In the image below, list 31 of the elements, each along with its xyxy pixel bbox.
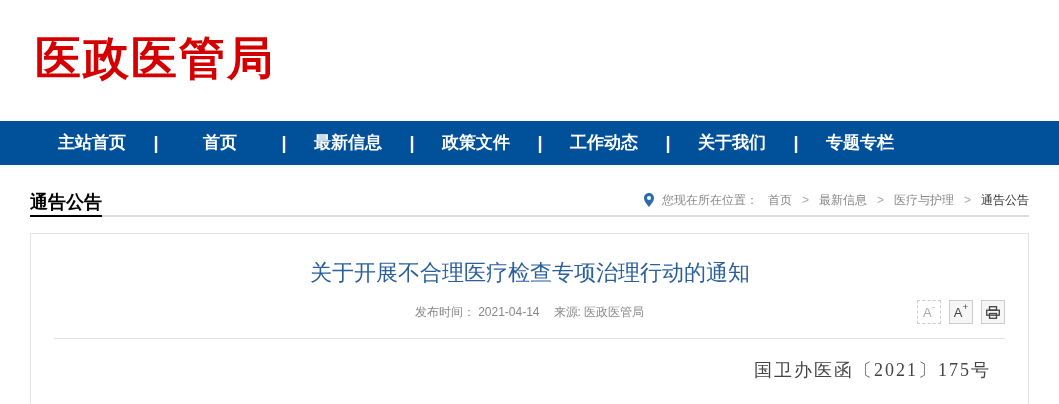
location-pin-icon <box>643 193 654 207</box>
nav-separator: | <box>536 131 544 155</box>
publish-date: 发布时间： 2021-04-14 <box>414 304 540 321</box>
nav-separator: | <box>280 131 288 155</box>
print-button[interactable] <box>981 300 1005 324</box>
nav-separator: | <box>792 131 800 155</box>
breadcrumb-separator: > <box>876 192 884 209</box>
nav-link[interactable]: 主站首页 <box>36 130 148 156</box>
printer-icon <box>986 305 1000 319</box>
nav-link[interactable]: 关于我们 <box>676 130 788 156</box>
nav-separator: | <box>408 131 416 155</box>
breadcrumb-link[interactable]: 医疗与护理 <box>894 191 954 209</box>
breadcrumb-separator: > <box>801 192 809 209</box>
article-title: 关于开展不合理医疗检查专项治理行动的通知 <box>309 260 750 285</box>
source: 来源: 医政医管局 <box>553 304 645 321</box>
site-logo: 医政医管局 <box>35 34 275 81</box>
breadcrumb-link[interactable]: 通告公告 <box>981 191 1029 209</box>
nav-link[interactable]: 最新信息 <box>292 130 404 156</box>
font-larger-button[interactable]: A$^{+}$ <box>949 300 973 324</box>
nav-link[interactable]: 首页 <box>164 130 276 156</box>
nav-link[interactable]: 政策文件 <box>420 130 532 156</box>
nav-link[interactable]: 专题专栏 <box>804 130 916 156</box>
breadcrumb-separator: > <box>964 192 971 209</box>
breadcrumb-label: 您现在所在位置： <box>661 192 758 209</box>
nav-separator: | <box>152 131 160 155</box>
nav-link[interactable]: 工作动态 <box>548 130 660 156</box>
breadcrumb-link[interactable]: 最新信息 <box>818 191 867 209</box>
breadcrumb-link[interactable]: 首页 <box>767 191 792 209</box>
document-number: 国卫办医函〔2021〕175号 <box>754 359 991 382</box>
section-title: 通告公告 <box>30 189 102 217</box>
nav-separator: | <box>664 131 672 155</box>
